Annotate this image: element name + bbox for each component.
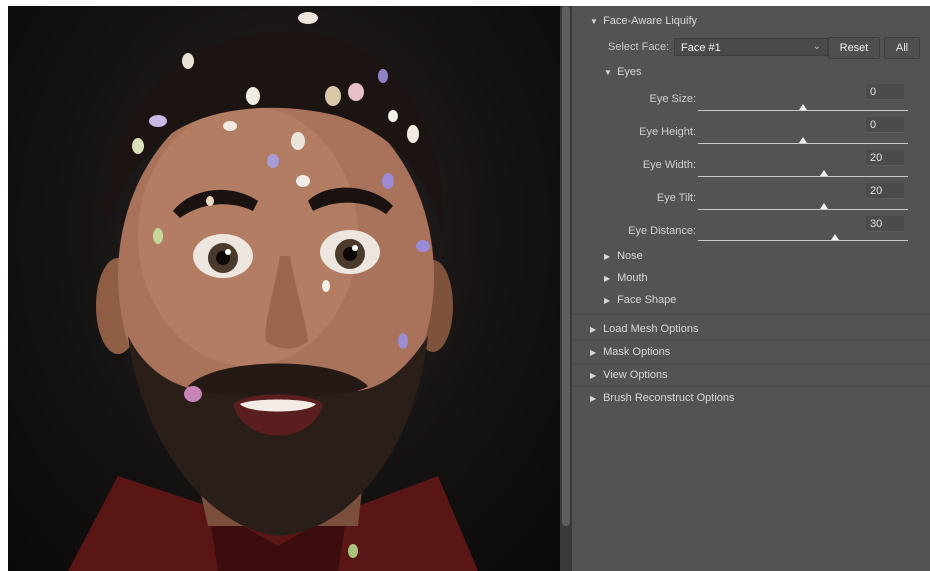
eyes-section-header[interactable]: ▼ Eyes (604, 63, 642, 81)
load-mesh-options-title: Load Mesh Options (603, 323, 699, 335)
divider (572, 386, 930, 387)
eye-size-value[interactable]: 0 (866, 84, 904, 100)
face-aware-liquify-header[interactable]: ▼ Face-Aware Liquify (590, 12, 697, 30)
eye-tilt-value[interactable]: 20 (866, 183, 904, 199)
scrollbar-thumb[interactable] (562, 6, 570, 526)
collapse-triangle-icon: ▶ (590, 348, 597, 357)
face-aware-liquify-panel: ▼ Face-Aware Liquify Select Face: Face #… (572, 6, 930, 571)
select-face-dropdown[interactable]: Face #1 ⌄ (674, 38, 828, 56)
mask-options-header[interactable]: ▶ Mask Options (590, 343, 670, 361)
mouth-section-header[interactable]: ▶ Mouth (604, 269, 648, 287)
collapse-triangle-icon: ▶ (590, 325, 597, 334)
view-options-title: View Options (603, 369, 668, 381)
face-shape-section-header[interactable]: ▶ Face Shape (604, 291, 676, 309)
mouth-title: Mouth (617, 272, 648, 284)
eye-size-label: Eye Size: (649, 93, 696, 105)
eye-distance-value[interactable]: 30 (866, 216, 904, 232)
divider (572, 363, 930, 364)
eye-distance-slider-thumb[interactable] (830, 234, 839, 240)
section-title: Face-Aware Liquify (603, 15, 698, 27)
image-canvas[interactable] (8, 6, 560, 571)
face-shape-title: Face Shape (617, 294, 677, 306)
portrait-photo (68, 12, 478, 571)
select-face-label: Select Face: (608, 41, 670, 53)
reset-button[interactable]: Reset (828, 37, 880, 59)
eye-tilt-slider-track[interactable] (698, 209, 908, 210)
eye-height-slider-thumb[interactable] (799, 137, 807, 143)
eye-tilt-label: Eye Tilt: (656, 192, 696, 204)
load-mesh-options-header[interactable]: ▶ Load Mesh Options (590, 320, 698, 338)
brush-reconstruct-options-header[interactable]: ▶ Brush Reconstruct Options (590, 389, 735, 407)
eye-tilt-slider-thumb[interactable] (820, 203, 828, 209)
all-button[interactable]: All (884, 37, 920, 59)
eye-size-slider-track[interactable] (698, 110, 908, 111)
divider (572, 314, 930, 315)
eyes-title: Eyes (617, 66, 642, 78)
eye-height-label: Eye Height: (639, 126, 696, 138)
eye-height-value[interactable]: 0 (866, 117, 904, 133)
collapse-triangle-icon: ▶ (604, 296, 611, 305)
eye-width-slider-track[interactable] (698, 176, 908, 177)
collapse-triangle-icon: ▶ (604, 252, 611, 261)
view-options-header[interactable]: ▶ View Options (590, 366, 668, 384)
expand-triangle-icon: ▼ (590, 17, 598, 26)
select-face-value: Face #1 (681, 42, 721, 54)
collapse-triangle-icon: ▶ (590, 394, 597, 403)
nose-section-header[interactable]: ▶ Nose (604, 247, 643, 265)
vertical-scrollbar[interactable] (560, 6, 572, 571)
eye-distance-label: Eye Distance: (628, 225, 696, 237)
eye-distance-slider-track[interactable] (698, 240, 908, 241)
mask-options-title: Mask Options (603, 346, 671, 358)
chevron-down-icon: ⌄ (812, 41, 821, 52)
nose-title: Nose (617, 250, 643, 262)
collapse-triangle-icon: ▶ (590, 371, 597, 380)
eye-width-slider-thumb[interactable] (820, 170, 828, 176)
brush-reconstruct-options-title: Brush Reconstruct Options (603, 392, 735, 404)
eye-size-slider-thumb[interactable] (799, 104, 807, 110)
collapse-triangle-icon: ▶ (604, 274, 611, 283)
eye-width-label: Eye Width: (642, 159, 696, 171)
eye-width-value[interactable]: 20 (866, 150, 904, 166)
eye-height-slider-track[interactable] (698, 143, 908, 144)
divider (572, 340, 930, 341)
expand-triangle-icon: ▼ (604, 68, 612, 77)
